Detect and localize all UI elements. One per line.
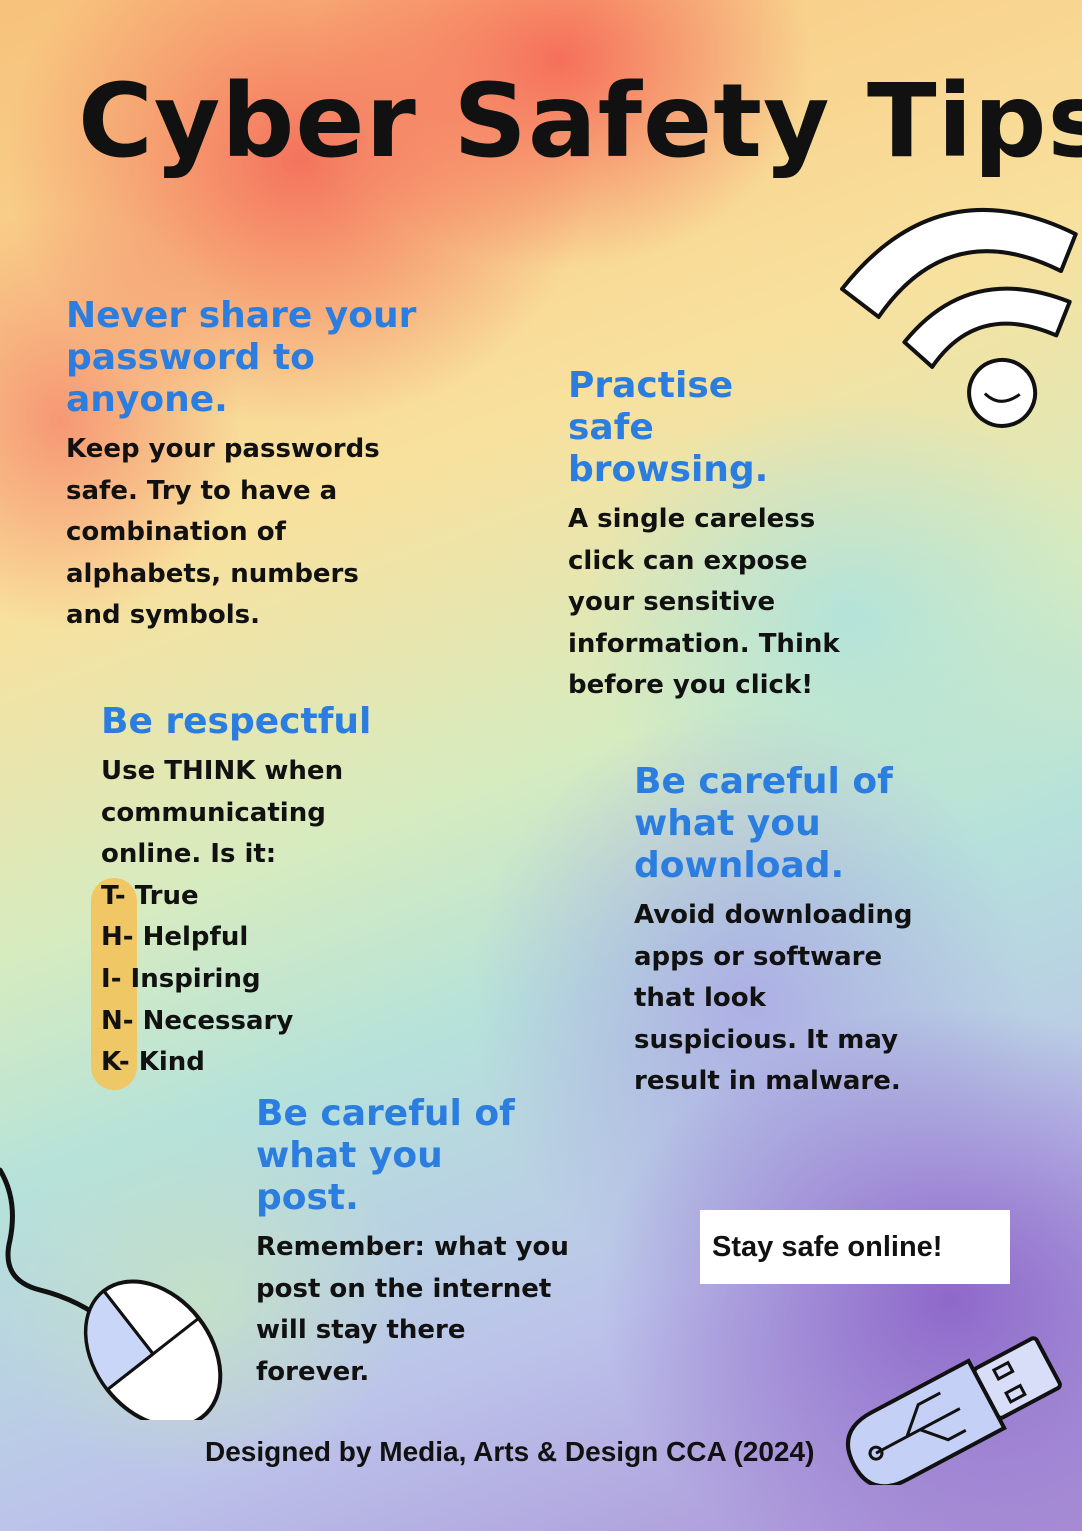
- body-line: Use THINK when: [101, 756, 344, 786]
- think-word: - Necessary: [122, 1005, 294, 1036]
- heading-line: download.: [634, 845, 845, 886]
- body-line: click can expose: [568, 545, 808, 576]
- think-item: I- Inspiring: [101, 959, 481, 1001]
- heading-line: Practise: [568, 365, 734, 406]
- tip-respectful-body: Use THINK when communicating online. Is …: [101, 751, 481, 876]
- body-line: Keep your passwords: [66, 434, 380, 464]
- think-item: K- Kind: [101, 1042, 481, 1084]
- think-item: T- True: [101, 876, 481, 918]
- body-line: information. Think: [568, 628, 840, 659]
- heading-line: Be careful of: [634, 761, 893, 802]
- heading-line: password to: [66, 337, 315, 378]
- closing-message: Stay safe online!: [700, 1210, 1010, 1284]
- tip-browsing: Practise safe browsing. A single careles…: [568, 365, 928, 707]
- tip-password-heading: Never share your password to anyone.: [66, 295, 486, 421]
- think-item: N- Necessary: [101, 1001, 481, 1043]
- tip-password-body: Keep your passwords safe. Try to have a …: [66, 429, 486, 637]
- tip-post-heading: Be careful of what you post.: [256, 1093, 656, 1219]
- think-word: - Helpful: [122, 922, 249, 953]
- heading-line: Be careful of: [256, 1093, 515, 1134]
- body-line: forever.: [256, 1356, 370, 1387]
- body-line: your sensitive: [568, 587, 776, 618]
- tip-download-heading: Be careful of what you download.: [634, 761, 1034, 887]
- tip-post: Be careful of what you post. Remember: w…: [256, 1093, 656, 1393]
- tip-respectful-heading: Be respectful: [101, 701, 372, 742]
- body-line: alphabets, numbers: [66, 558, 359, 589]
- body-line: before you click!: [568, 670, 814, 701]
- tip-password: Never share your password to anyone. Kee…: [66, 295, 486, 637]
- body-line: Remember: what you: [256, 1232, 569, 1262]
- think-word: - Kind: [118, 1047, 205, 1078]
- body-line: will stay there: [256, 1315, 466, 1346]
- tip-download-body: Avoid downloading apps or software that …: [634, 895, 1034, 1103]
- body-line: safe. Try to have a: [66, 475, 338, 506]
- think-letter: K: [101, 1047, 119, 1078]
- body-line: online. Is it:: [101, 839, 277, 870]
- body-line: communicating: [101, 797, 326, 828]
- body-line: result in malware.: [634, 1066, 901, 1097]
- heading-line: Never share your: [66, 295, 417, 336]
- think-letter: H: [101, 922, 123, 953]
- computer-mouse-icon: [0, 1167, 223, 1420]
- heading-line: browsing.: [568, 449, 769, 490]
- tip-post-body: Remember: what you post on the internet …: [256, 1227, 656, 1393]
- heading-line: post.: [256, 1177, 359, 1218]
- think-letter: T: [101, 880, 115, 911]
- think-item: H- Helpful: [101, 917, 481, 959]
- tip-download: Be careful of what you download. Avoid d…: [634, 761, 1034, 1103]
- poster: Cyber Safety Tips Never share your passw…: [0, 0, 1082, 1531]
- heading-line: what you: [634, 803, 821, 844]
- body-line: apps or software: [634, 941, 883, 972]
- credit-line: Designed by Media, Arts & Design CCA (20…: [205, 1436, 815, 1467]
- body-line: post on the internet: [256, 1273, 552, 1304]
- body-line: Avoid downloading: [634, 900, 913, 930]
- think-word: - Inspiring: [110, 963, 261, 994]
- heading-line: what you: [256, 1135, 443, 1176]
- body-line: A single careless: [568, 504, 816, 534]
- think-list: T- True H- Helpful I- Inspiring N- Neces…: [101, 876, 481, 1084]
- tip-browsing-heading: Practise safe browsing.: [568, 365, 928, 491]
- think-letter: I: [101, 963, 111, 994]
- body-line: combination of: [66, 517, 286, 548]
- heading-line: safe: [568, 407, 654, 448]
- tip-browsing-body: A single careless click can expose your …: [568, 499, 928, 707]
- body-line: that look: [634, 983, 766, 1014]
- page-title: Cyber Safety Tips: [78, 62, 1082, 181]
- body-line: and symbols.: [66, 600, 260, 631]
- think-letter: N: [101, 1005, 123, 1036]
- usb-drive-icon: [845, 1336, 1062, 1485]
- tip-respectful: Be respectful Use THINK when communicati…: [101, 701, 481, 1084]
- think-word: - True: [114, 880, 199, 911]
- body-line: suspicious. It may: [634, 1024, 899, 1055]
- heading-line: anyone.: [66, 379, 228, 420]
